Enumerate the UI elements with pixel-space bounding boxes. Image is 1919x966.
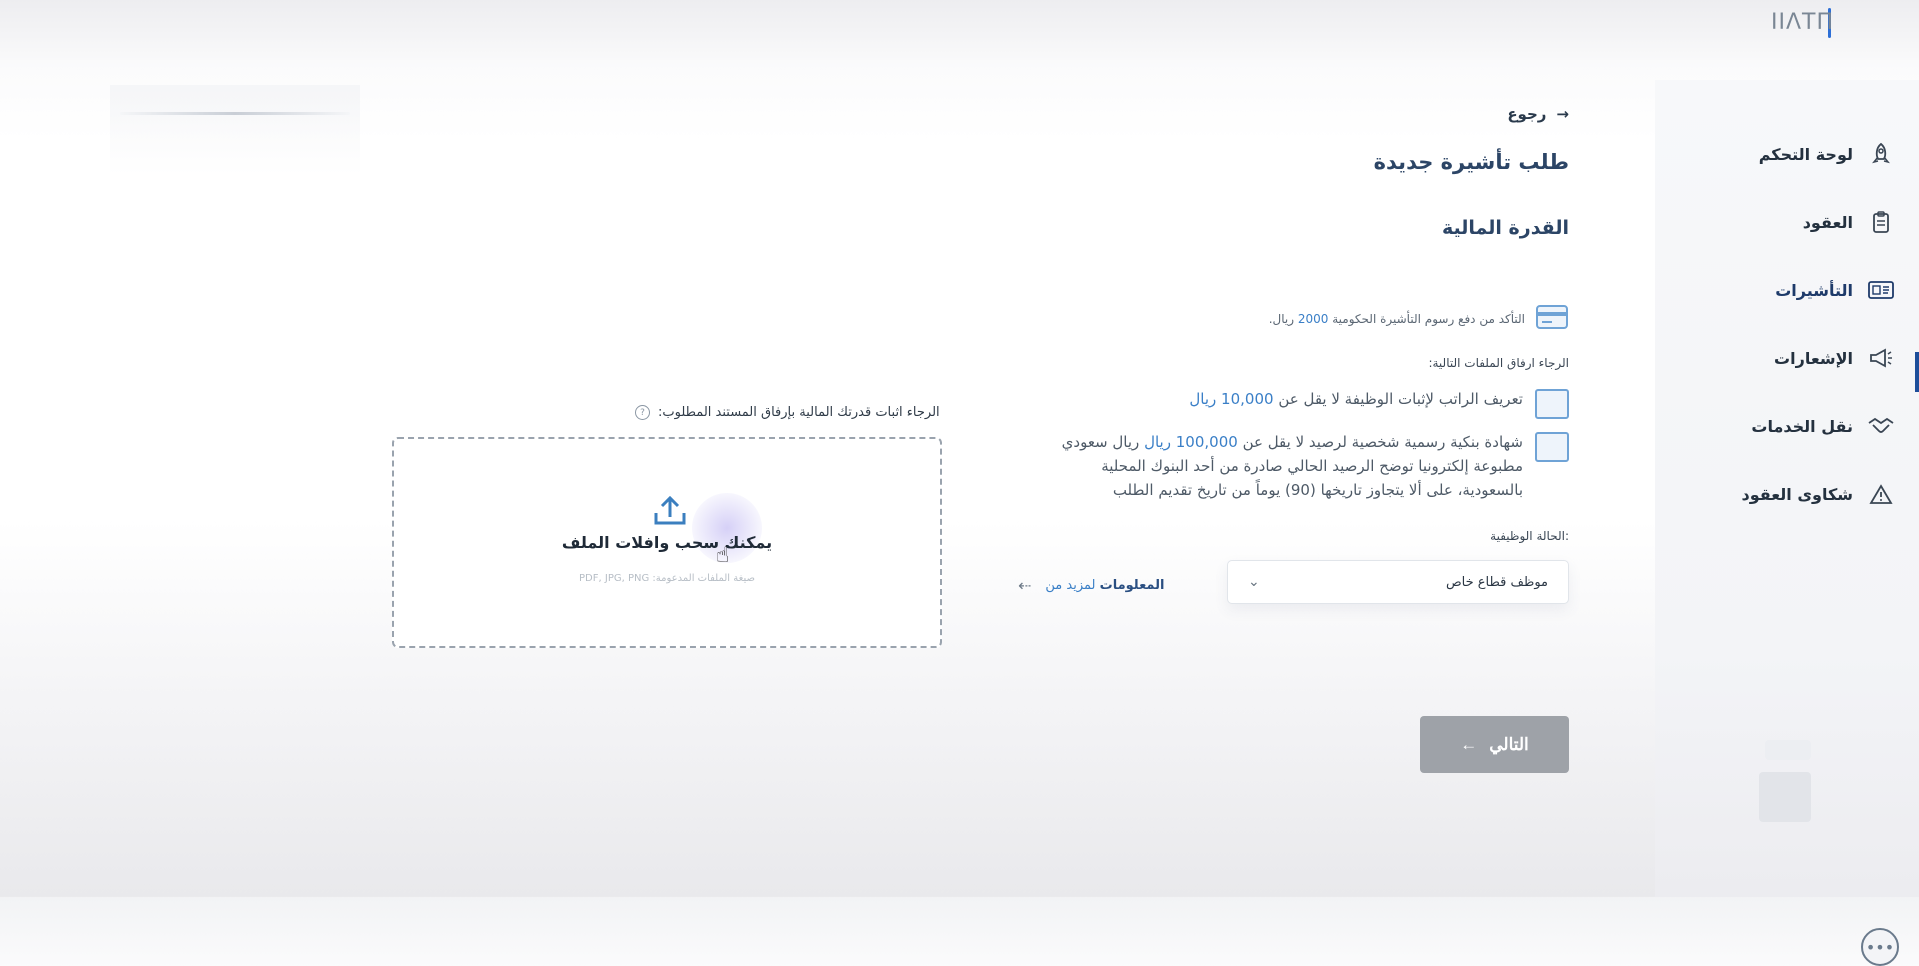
sidebar-item-label: الإشعارات [1774, 348, 1853, 368]
document-text: شهادة بنكية رسمية شخصية لرصيد لا يقل عن … [1061, 433, 1523, 499]
arrow-right-icon: → [1556, 105, 1569, 123]
file-dropzone[interactable]: يمكنك سحب وافلات الملف صيغة الملفات المد… [392, 437, 942, 648]
logo: ΙΙΛΤΠ [1770, 10, 1834, 35]
id-card-icon [1867, 276, 1895, 304]
megaphone-icon [1867, 344, 1895, 372]
clipboard-icon [1867, 208, 1895, 236]
sidebar-item-contract-complaints[interactable]: شكاوى العقود [1675, 474, 1895, 514]
document-icon [1535, 432, 1569, 462]
upload-label: الرجاء اثبات قدرتك المالية بإرفاق المستن… [635, 405, 940, 420]
blurred-element [1759, 772, 1811, 822]
hand-cursor-icon: ☝ [716, 543, 730, 568]
sidebar-item-label: نقل الخدمات [1751, 416, 1853, 436]
more-info-link[interactable]: ⇠ المعلومات لمزيد من [1018, 576, 1164, 595]
blurred-panel [110, 85, 360, 175]
warning-icon [1867, 480, 1895, 508]
section-title: القدرة المالية [1442, 217, 1569, 239]
dropzone-title: يمكنك سحب وافلات الملف [561, 533, 773, 552]
sidebar-item-contracts[interactable]: العقود [1675, 202, 1895, 242]
sidebar-item-label: لوحة التحكم [1758, 144, 1853, 164]
document-text: تعريف الراتب لإثبات الوظيفة لا يقل عن 10… [1189, 390, 1523, 408]
employment-status-label: الحالة الوظيفية: [1490, 529, 1569, 543]
blurred-element [1765, 740, 1811, 760]
select-value: موظف قطاع خاص [1445, 574, 1548, 590]
top-bar: ΙΙΛΤΠ [0, 0, 1919, 60]
supported-formats: صيغة الملفات المدعومة: PDF, JPG, PNG [579, 573, 755, 584]
blurred-line [120, 112, 350, 115]
back-label: رجوع [1507, 105, 1547, 123]
document-item: تعريف الراتب لإثبات الوظيفة لا يقل عن 10… [1189, 387, 1569, 419]
arrow-left-icon: ⇠ [1018, 576, 1032, 595]
sidebar: لوحة التحكم العقود التأشيرات الإشعارات ن… [1655, 80, 1919, 966]
rocket-icon [1867, 140, 1895, 168]
attach-files-label: الرجاء ارفاق الملفات التالية: [1428, 356, 1569, 370]
sidebar-item-dashboard[interactable]: لوحة التحكم [1675, 134, 1895, 174]
credit-card-icon [1535, 304, 1569, 334]
arrow-left-icon: ← [1460, 734, 1478, 754]
next-button[interactable]: التالي ← [1420, 716, 1569, 773]
fee-notice: التأكد من دفع رسوم التأشيرة الحكومية 200… [1269, 304, 1569, 334]
chat-icon[interactable]: ••• [1861, 928, 1899, 966]
document-item: شهادة بنكية رسمية شخصية لرصيد لا يقل عن … [1062, 430, 1569, 502]
sidebar-item-notifications[interactable]: الإشعارات [1675, 338, 1895, 378]
active-indicator [1915, 352, 1919, 392]
page-title: طلب تأشيرة جديدة [1373, 150, 1569, 174]
sidebar-item-label: شكاوى العقود [1741, 484, 1853, 504]
sidebar-item-label: التأشيرات [1775, 280, 1853, 300]
sidebar-item-service-transfer[interactable]: نقل الخدمات [1675, 406, 1895, 446]
fee-text: التأكد من دفع رسوم التأشيرة الحكومية 200… [1268, 312, 1525, 326]
back-link[interactable]: → رجوع [1507, 105, 1569, 123]
next-label: التالي [1489, 734, 1529, 754]
sidebar-item-label: العقود [1802, 212, 1853, 232]
employment-status-select[interactable]: موظف قطاع خاص ⌄ [1227, 560, 1569, 604]
upload-icon [654, 495, 686, 525]
id-badge-icon [1535, 389, 1569, 419]
chevron-down-icon: ⌄ [1248, 574, 1260, 590]
help-icon[interactable]: ? [635, 405, 650, 420]
sidebar-item-visas[interactable]: التأشيرات [1675, 270, 1895, 310]
handshake-icon [1867, 412, 1895, 440]
